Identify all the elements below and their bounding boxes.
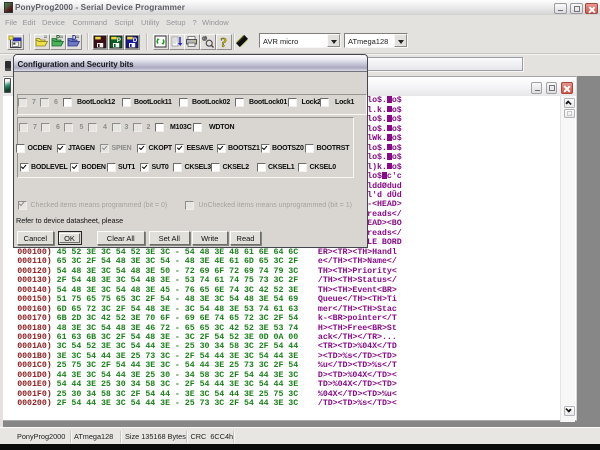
svg-text:?: ? — [220, 35, 227, 49]
svg-text:P: P — [117, 38, 121, 44]
svg-text:P: P — [56, 35, 60, 41]
svg-text:D: D — [133, 38, 138, 44]
svg-text:D: D — [72, 35, 77, 41]
